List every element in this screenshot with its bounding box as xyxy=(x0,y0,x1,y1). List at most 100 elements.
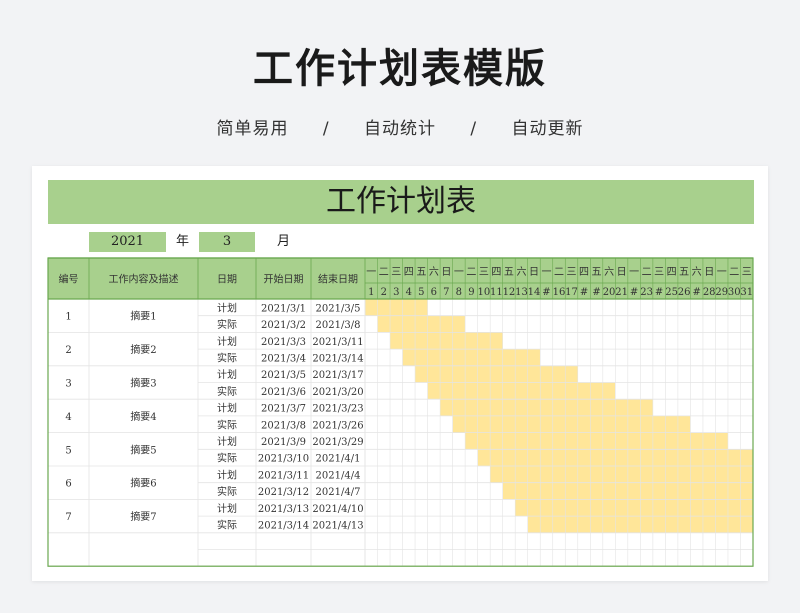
weekday-label: 日 xyxy=(617,267,627,278)
row-type-actual: 实际 xyxy=(217,418,237,431)
col-header-id: 编号 xyxy=(59,273,79,286)
day-label: 17 xyxy=(565,287,578,298)
gantt-bar-plan xyxy=(515,499,753,517)
weekday-label: 日 xyxy=(441,267,451,278)
task-desc: 摘要3 xyxy=(130,377,156,390)
actual-end-date: 2021/3/14 xyxy=(312,353,363,364)
gantt-bar-actual xyxy=(427,382,616,400)
actual-start-date: 2021/3/12 xyxy=(258,487,309,498)
day-label: # xyxy=(542,287,550,298)
day-label: 9 xyxy=(468,287,474,298)
actual-end-date: 2021/3/26 xyxy=(312,420,363,431)
weekday-label: 六 xyxy=(692,266,702,278)
day-label: 31 xyxy=(740,287,753,298)
row-type-plan: 计划 xyxy=(217,402,237,415)
plan-end-date: 2021/3/5 xyxy=(316,303,361,314)
weekday-label: 五 xyxy=(504,267,514,278)
day-label: # xyxy=(592,287,600,298)
actual-end-date: 2021/4/1 xyxy=(316,454,361,465)
task-id: 7 xyxy=(65,512,71,523)
day-label: 14 xyxy=(528,287,541,298)
weekday-label: 三 xyxy=(742,267,752,278)
weekday-label: 日 xyxy=(704,267,714,278)
col-header-start: 开始日期 xyxy=(264,273,304,286)
gantt-bar-plan xyxy=(415,365,578,383)
day-label: 30 xyxy=(728,287,741,298)
weekday-label: 四 xyxy=(491,267,501,278)
day-label: 16 xyxy=(553,287,566,298)
weekday-label: 二 xyxy=(642,267,652,278)
row-type-plan: 计划 xyxy=(217,301,237,314)
day-label: 12 xyxy=(503,287,516,298)
task-id: 2 xyxy=(65,345,71,356)
row-type-actual: 实际 xyxy=(217,318,237,331)
weekday-label: 三 xyxy=(654,267,664,278)
actual-start-date: 2021/3/6 xyxy=(261,387,306,398)
actual-end-date: 2021/3/20 xyxy=(312,387,363,398)
day-label: 7 xyxy=(443,287,449,298)
day-label: 3 xyxy=(393,287,399,298)
plan-start-date: 2021/3/7 xyxy=(261,404,306,415)
weekday-label: 四 xyxy=(579,267,589,278)
weekday-label: 一 xyxy=(717,267,727,278)
gantt-bar-plan xyxy=(440,399,653,416)
gantt-bar-plan xyxy=(465,432,728,450)
plan-start-date: 2021/3/11 xyxy=(258,470,309,481)
task-id: 6 xyxy=(65,479,71,490)
weekday-label: 六 xyxy=(516,266,526,278)
day-label: 28 xyxy=(703,287,716,298)
weekday-label: 一 xyxy=(541,267,551,278)
actual-end-date: 2021/3/8 xyxy=(316,320,361,331)
task-id: 5 xyxy=(65,445,71,456)
plan-start-date: 2021/3/3 xyxy=(261,337,306,348)
day-label: 25 xyxy=(665,287,678,298)
weekday-label: 三 xyxy=(479,267,489,278)
plan-start-date: 2021/3/1 xyxy=(261,303,306,314)
row-type-plan: 计划 xyxy=(217,368,237,381)
weekday-label: 一 xyxy=(454,267,464,278)
plan-start-date: 2021/3/5 xyxy=(261,370,306,381)
row-type-actual: 实际 xyxy=(217,518,237,531)
plan-end-date: 2021/4/10 xyxy=(312,504,363,515)
task-desc: 摘要7 xyxy=(130,510,156,523)
plan-start-date: 2021/3/9 xyxy=(261,437,306,448)
day-label: 6 xyxy=(431,287,437,298)
actual-start-date: 2021/3/4 xyxy=(261,353,306,364)
task-id: 1 xyxy=(65,312,71,323)
row-type-actual: 实际 xyxy=(217,485,237,498)
row-type-actual: 实际 xyxy=(217,385,237,398)
weekday-label: 二 xyxy=(729,267,739,278)
row-type-actual: 实际 xyxy=(217,351,237,364)
day-label: # xyxy=(580,287,588,298)
day-label: 21 xyxy=(615,287,628,298)
day-label: # xyxy=(692,287,700,298)
weekday-label: 六 xyxy=(604,266,614,278)
plan-end-date: 2021/3/17 xyxy=(312,370,363,381)
task-desc: 摘要5 xyxy=(130,443,156,456)
plan-end-date: 2021/3/23 xyxy=(312,404,363,415)
plan-end-date: 2021/3/11 xyxy=(312,337,363,348)
weekday-label: 日 xyxy=(529,267,539,278)
day-label: 13 xyxy=(515,287,528,298)
day-label: 11 xyxy=(490,287,503,298)
day-label: # xyxy=(655,287,663,298)
day-label: 5 xyxy=(418,287,424,298)
weekday-label: 五 xyxy=(416,267,426,278)
gantt-bar-plan xyxy=(490,466,753,483)
task-desc: 摘要2 xyxy=(130,343,156,356)
day-label: 2 xyxy=(381,287,387,298)
weekday-label: 五 xyxy=(592,267,602,278)
weekday-label: 三 xyxy=(391,267,401,278)
task-id: 3 xyxy=(65,379,71,390)
col-header-date: 日期 xyxy=(217,274,237,286)
row-type-plan: 计划 xyxy=(217,468,237,481)
plan-end-date: 2021/3/29 xyxy=(312,437,363,448)
gantt-bar-plan xyxy=(365,299,428,316)
day-label: 10 xyxy=(478,287,491,298)
day-label: 29 xyxy=(715,287,728,298)
actual-start-date: 2021/3/2 xyxy=(261,320,306,331)
actual-start-date: 2021/3/14 xyxy=(258,520,309,531)
weekday-label: 三 xyxy=(567,267,577,278)
day-label: 4 xyxy=(406,287,412,298)
weekday-label: 二 xyxy=(554,267,564,278)
